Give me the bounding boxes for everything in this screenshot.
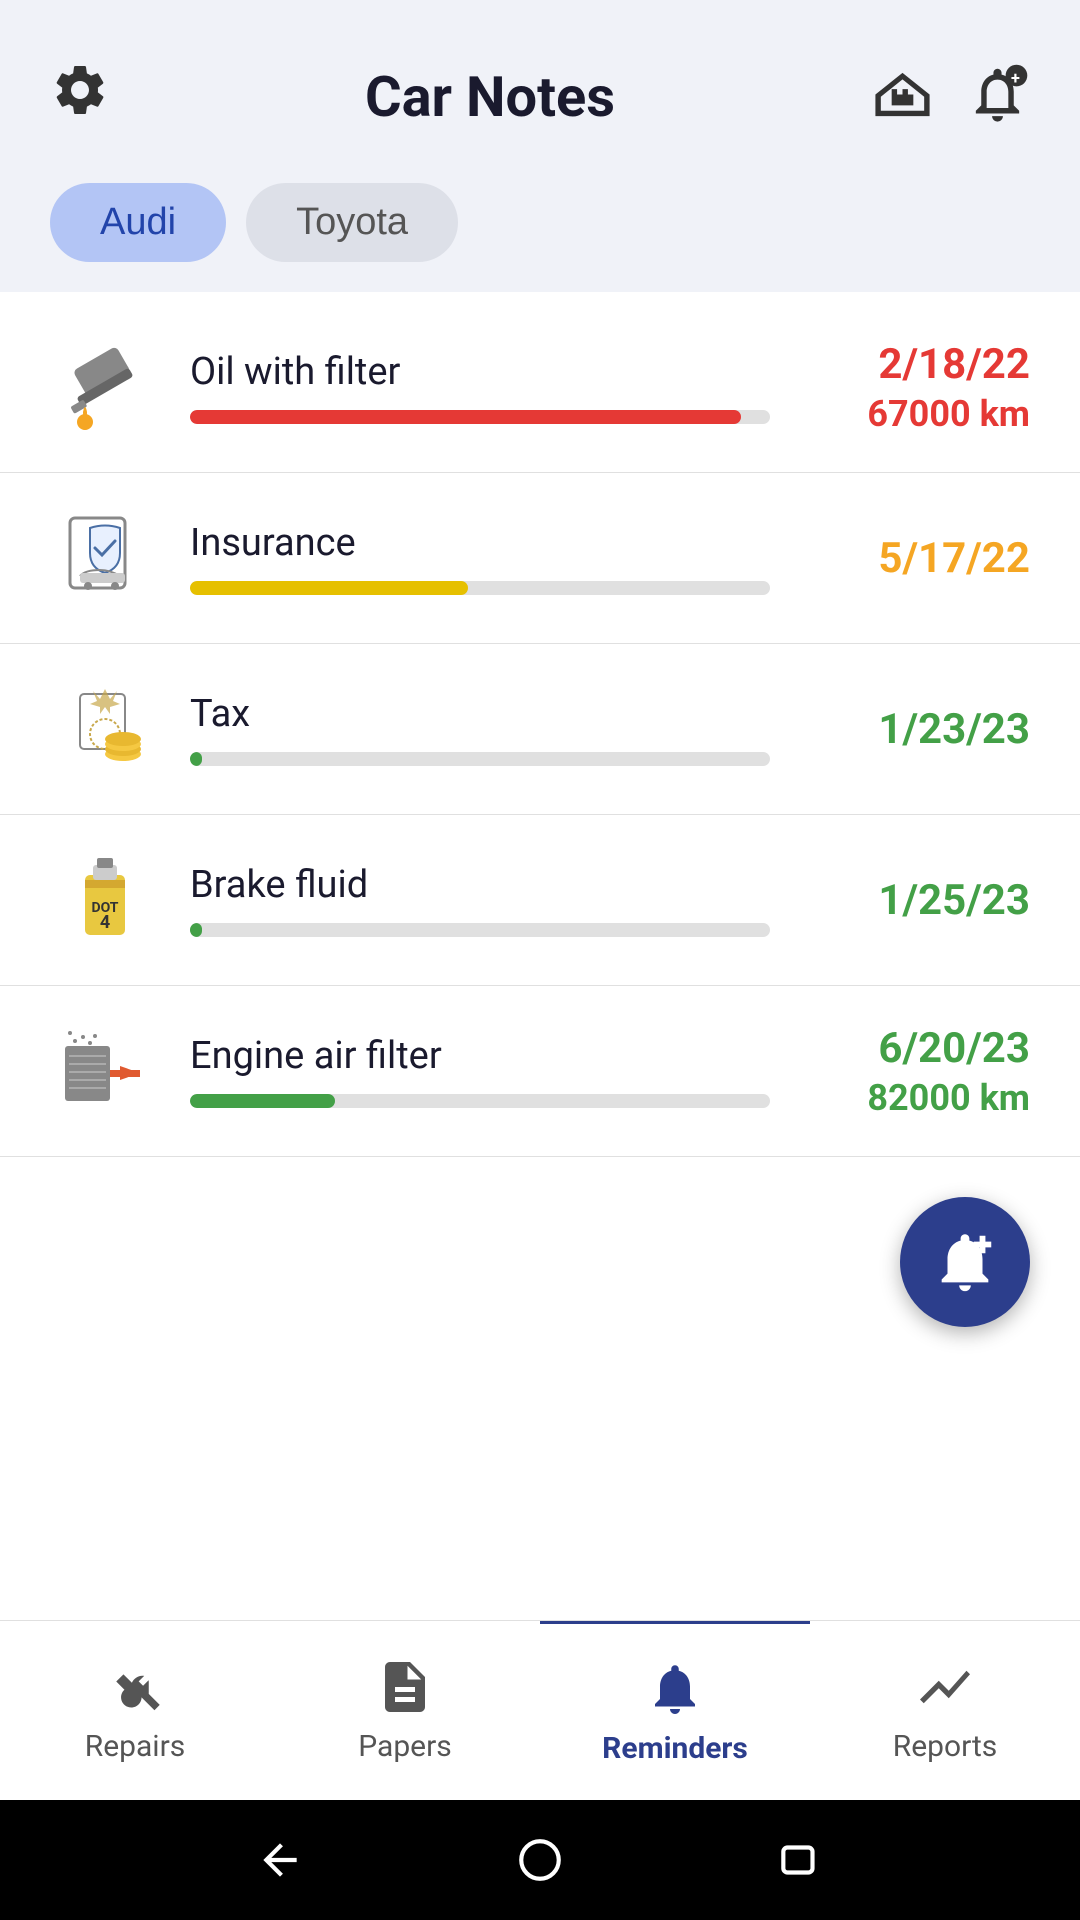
progress-bar-insurance [190,581,770,595]
nav-item-papers[interactable]: Papers [270,1621,540,1800]
android-home-button[interactable] [513,1833,568,1888]
progress-fill-insurance [190,581,468,595]
reminder-date-oil: 2/18/22 67000 km [800,340,1030,435]
reminder-content-tax: Tax [190,692,770,766]
reminder-date-tax: 1/23/23 [800,705,1030,754]
km-oil: 67000 km [800,393,1030,435]
air-filter-icon [50,1016,160,1126]
km-air-filter: 82000 km [800,1077,1030,1119]
nav-item-reports[interactable]: Reports [810,1621,1080,1800]
nav-label-repairs: Repairs [85,1729,186,1764]
reminder-date-brake-fluid: 1/25/23 [800,876,1030,925]
nav-item-reminders[interactable]: Reminders [540,1621,810,1800]
progress-fill-air-filter [190,1094,335,1108]
add-reminder-fab[interactable] [900,1197,1030,1327]
header: Car Notes + [0,0,1080,163]
svg-text:4: 4 [100,912,110,933]
progress-bar-air-filter [190,1094,770,1108]
garage-icon[interactable] [870,62,935,131]
reminder-item-air-filter[interactable]: Engine air filter 6/20/23 82000 km [0,986,1080,1157]
tax-icon [50,674,160,784]
reminder-name-insurance: Insurance [190,521,770,565]
insurance-icon [50,503,160,613]
date-oil: 2/18/22 [800,340,1030,389]
progress-bar-tax [190,752,770,766]
app-title: Car Notes [110,64,870,130]
header-actions: + [870,62,1030,131]
progress-bar-brake-fluid [190,923,770,937]
nav-item-repairs[interactable]: Repairs [0,1621,270,1800]
reminder-item-tax[interactable]: Tax 1/23/23 [0,644,1080,815]
nav-label-papers: Papers [358,1729,452,1764]
progress-fill-brake-fluid [190,923,202,937]
reminder-item-oil[interactable]: Oil with filter 2/18/22 67000 km [0,302,1080,473]
reminder-content-air-filter: Engine air filter [190,1034,770,1108]
car-tabs: Audi Toyota [0,163,1080,292]
reminder-name-tax: Tax [190,692,770,736]
reminder-name-air-filter: Engine air filter [190,1034,770,1078]
nav-label-reminders: Reminders [602,1731,748,1766]
nav-label-reports: Reports [893,1729,998,1764]
android-back-button[interactable] [253,1833,308,1888]
add-notification-icon[interactable]: + [965,62,1030,131]
reminder-content-insurance: Insurance [190,521,770,595]
android-recents-button[interactable] [773,1833,828,1888]
bottom-nav: Repairs Papers Reminders Reports [0,1620,1080,1800]
reminder-content-oil: Oil with filter [190,350,770,424]
reminder-list: Oil with filter 2/18/22 67000 km [0,292,1080,1620]
car-tab-audi[interactable]: Audi [50,183,226,262]
settings-icon[interactable] [50,60,110,133]
brake-fluid-icon: DOT 4 [50,845,160,955]
progress-fill-tax [190,752,202,766]
reminder-content-brake-fluid: Brake fluid [190,863,770,937]
reminder-name-brake-fluid: Brake fluid [190,863,770,907]
reminder-date-insurance: 5/17/22 [800,534,1030,583]
reminder-item-insurance[interactable]: Insurance 5/17/22 [0,473,1080,644]
car-tab-toyota[interactable]: Toyota [246,183,458,262]
reminder-name-oil: Oil with filter [190,350,770,394]
reminder-date-air-filter: 6/20/23 82000 km [800,1024,1030,1119]
android-nav-bar [0,1800,1080,1920]
date-brake-fluid: 1/25/23 [800,876,1030,925]
date-tax: 1/23/23 [800,705,1030,754]
oil-icon [50,332,160,442]
reminder-item-brake-fluid[interactable]: DOT 4 Brake fluid 1/25/23 [0,815,1080,986]
fab-area [0,1157,1080,1357]
svg-text:+: + [1011,69,1020,88]
progress-bar-oil [190,410,770,424]
date-air-filter: 6/20/23 [800,1024,1030,1073]
progress-fill-oil [190,410,741,424]
date-insurance: 5/17/22 [800,534,1030,583]
